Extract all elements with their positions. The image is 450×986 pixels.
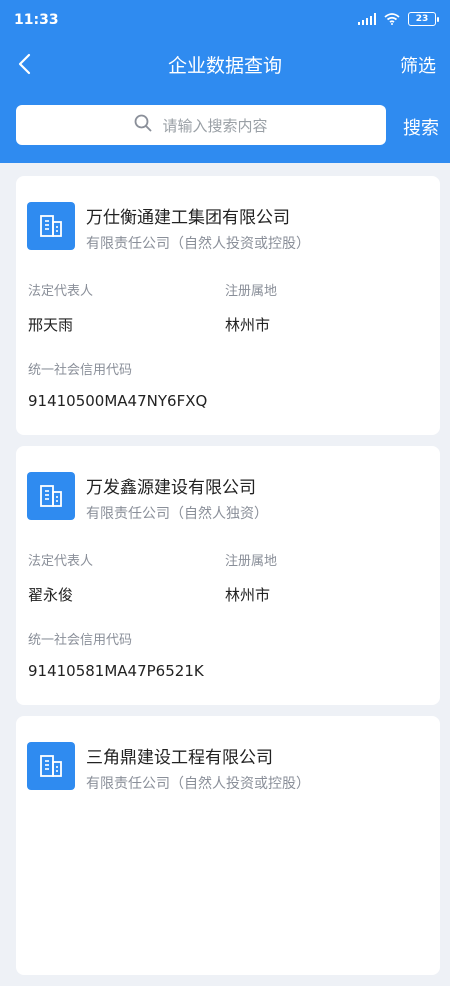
legal-rep-value: 邢天雨 — [28, 316, 74, 334]
credit-code-label: 统一社会信用代码 — [28, 633, 133, 648]
building-icon — [27, 742, 75, 790]
legal-rep-value: 翟永俊 — [28, 586, 74, 604]
battery-icon: 23 — [408, 12, 439, 26]
building-icon — [27, 202, 75, 250]
company-type: 有限责任公司（自然人投资或控股） — [86, 776, 310, 792]
company-name: 万发鑫源建设有限公司 — [86, 478, 256, 498]
page-title: 企业数据查询 — [167, 55, 282, 77]
status-bar: 11:33 23 — [0, 0, 450, 40]
credit-code-value: 91410500MA47NY6FXQ — [28, 392, 208, 410]
registered-location-label: 注册属地 — [225, 554, 278, 569]
registered-location-label: 注册属地 — [225, 284, 278, 299]
company-list: 万仕衡通建工集团有限公司 有限责任公司（自然人投资或控股） 法定代表人 邢天雨 … — [16, 176, 440, 986]
nav-bar: 企业数据查询 筛选 — [0, 40, 450, 88]
building-icon — [27, 472, 75, 520]
status-time: 11:33 — [14, 12, 59, 28]
credit-code-value: 91410581MA47P6521K — [28, 662, 204, 680]
search-icon — [134, 114, 152, 136]
registered-location-value: 林州市 — [225, 586, 271, 604]
filter-button[interactable]: 筛选 — [400, 52, 436, 78]
signal-icon — [358, 13, 376, 25]
company-card[interactable]: 万仕衡通建工集团有限公司 有限责任公司（自然人投资或控股） 法定代表人 邢天雨 … — [16, 176, 440, 435]
company-name: 三角鼎建设工程有限公司 — [86, 748, 273, 768]
company-type: 有限责任公司（自然人独资） — [86, 506, 268, 522]
legal-rep-label: 法定代表人 — [28, 554, 94, 569]
wifi-icon — [384, 13, 400, 25]
search-input[interactable]: 请输入搜索内容 — [16, 105, 386, 145]
search-button[interactable]: 搜索 — [403, 114, 439, 140]
company-type: 有限责任公司（自然人投资或控股） — [86, 236, 310, 252]
search-placeholder: 请输入搜索内容 — [162, 116, 268, 135]
header-bar: 11:33 23 企业数据查询 筛选 请输入搜索内容 搜索 — [0, 0, 450, 163]
credit-code-label: 统一社会信用代码 — [28, 363, 133, 378]
legal-rep-label: 法定代表人 — [28, 284, 94, 299]
company-name: 万仕衡通建工集团有限公司 — [86, 208, 290, 228]
company-card[interactable]: 三角鼎建设工程有限公司 有限责任公司（自然人投资或控股） — [16, 716, 440, 975]
registered-location-value: 林州市 — [225, 316, 271, 334]
status-icons: 23 — [358, 12, 439, 26]
company-card[interactable]: 万发鑫源建设有限公司 有限责任公司（自然人独资） 法定代表人 翟永俊 注册属地 … — [16, 446, 440, 705]
